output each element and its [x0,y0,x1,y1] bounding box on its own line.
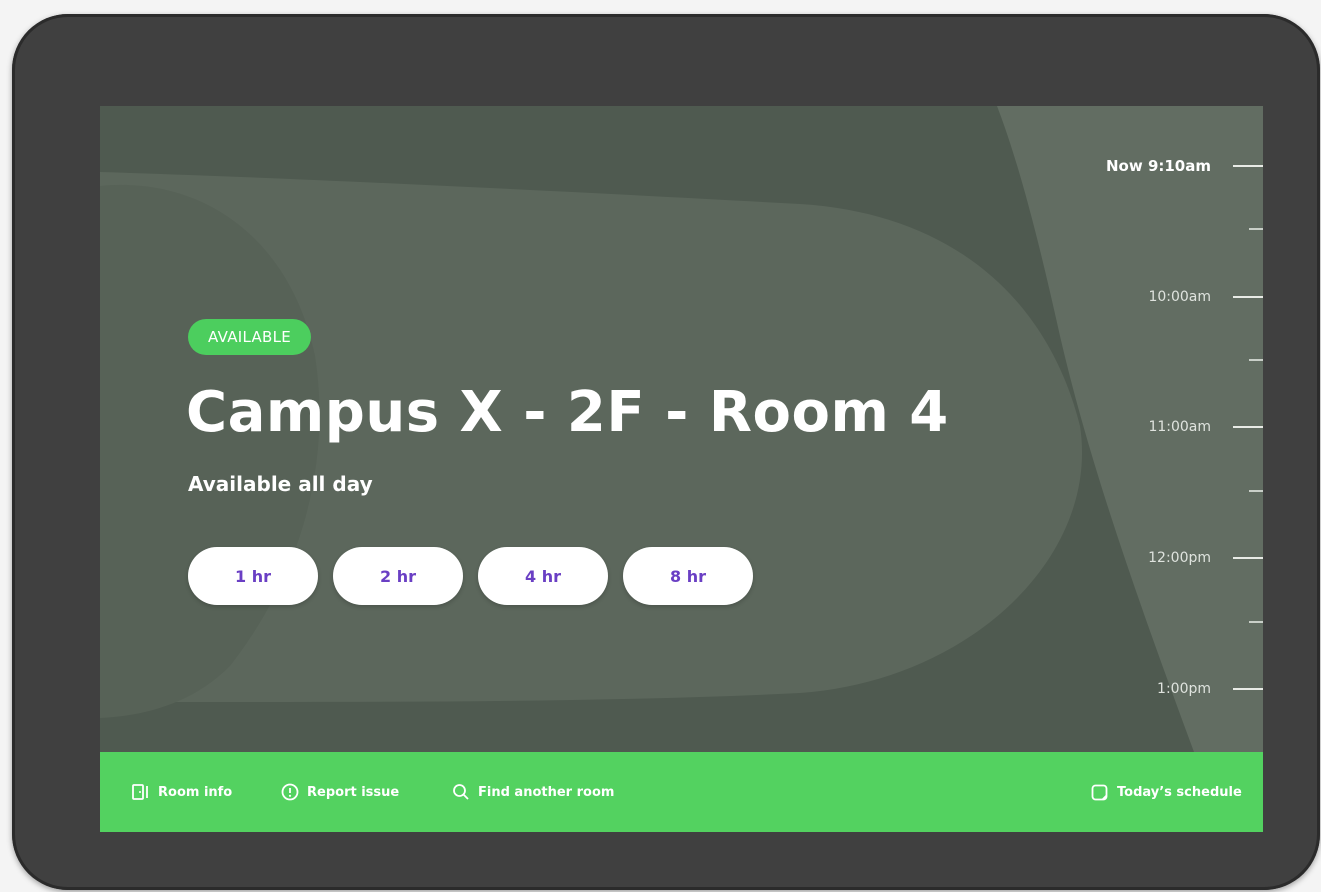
timeline-tick-minor [1249,228,1263,230]
timeline-hour-label: 1:00pm [1157,681,1211,697]
report-issue-label: Report issue [307,784,400,800]
booking-options: 1 hr 2 hr 4 hr 8 hr [188,547,753,605]
timeline-hour-label: 10:00am [1148,289,1211,305]
timeline-hour-label: 11:00am [1148,419,1211,435]
timeline-tick-minor [1249,621,1263,623]
room-display-screen: AVAILABLE Campus X - 2F - Room 4 Availab… [100,106,1263,832]
book-1-hr-button[interactable]: 1 hr [188,547,318,605]
room-name-title: Campus X - 2F - Room 4 [186,380,949,445]
timeline-tick-minor [1249,490,1263,492]
timeline-hour-label: 12:00pm [1148,550,1211,566]
room-info-button[interactable]: Room info [132,752,232,832]
tablet-device-frame: AVAILABLE Campus X - 2F - Room 4 Availab… [12,14,1320,890]
door-icon [132,784,150,800]
timeline-tick [1233,165,1263,167]
book-4-hr-button[interactable]: 4 hr [478,547,608,605]
todays-schedule-button[interactable]: Today’s schedule [1091,752,1242,832]
timeline-tick [1233,296,1263,298]
timeline-tick [1233,426,1263,428]
calendar-icon [1091,783,1109,801]
status-badge: AVAILABLE [188,319,312,355]
find-another-room-button[interactable]: Find another room [452,752,614,832]
todays-schedule-label: Today’s schedule [1117,784,1242,800]
room-info-label: Room info [158,784,233,800]
alert-circle-icon [281,783,299,801]
timeline-tick [1233,557,1263,559]
current-time-label: Now 9:10am [1106,157,1211,175]
availability-text: Available all day [188,472,373,496]
timeline-tick-minor [1249,359,1263,361]
report-issue-button[interactable]: Report issue [281,752,399,832]
book-2-hr-button[interactable]: 2 hr [333,547,463,605]
search-icon [452,783,470,801]
book-8-hr-button[interactable]: 8 hr [623,547,753,605]
timeline-tick [1233,688,1263,690]
find-another-room-label: Find another room [478,784,615,800]
schedule-timeline[interactable]: Now 9:10am 10:00am 11:00am 12:00pm 1:00p… [1063,106,1263,752]
bottom-action-bar: Room info Report issue Find another room… [100,752,1263,832]
